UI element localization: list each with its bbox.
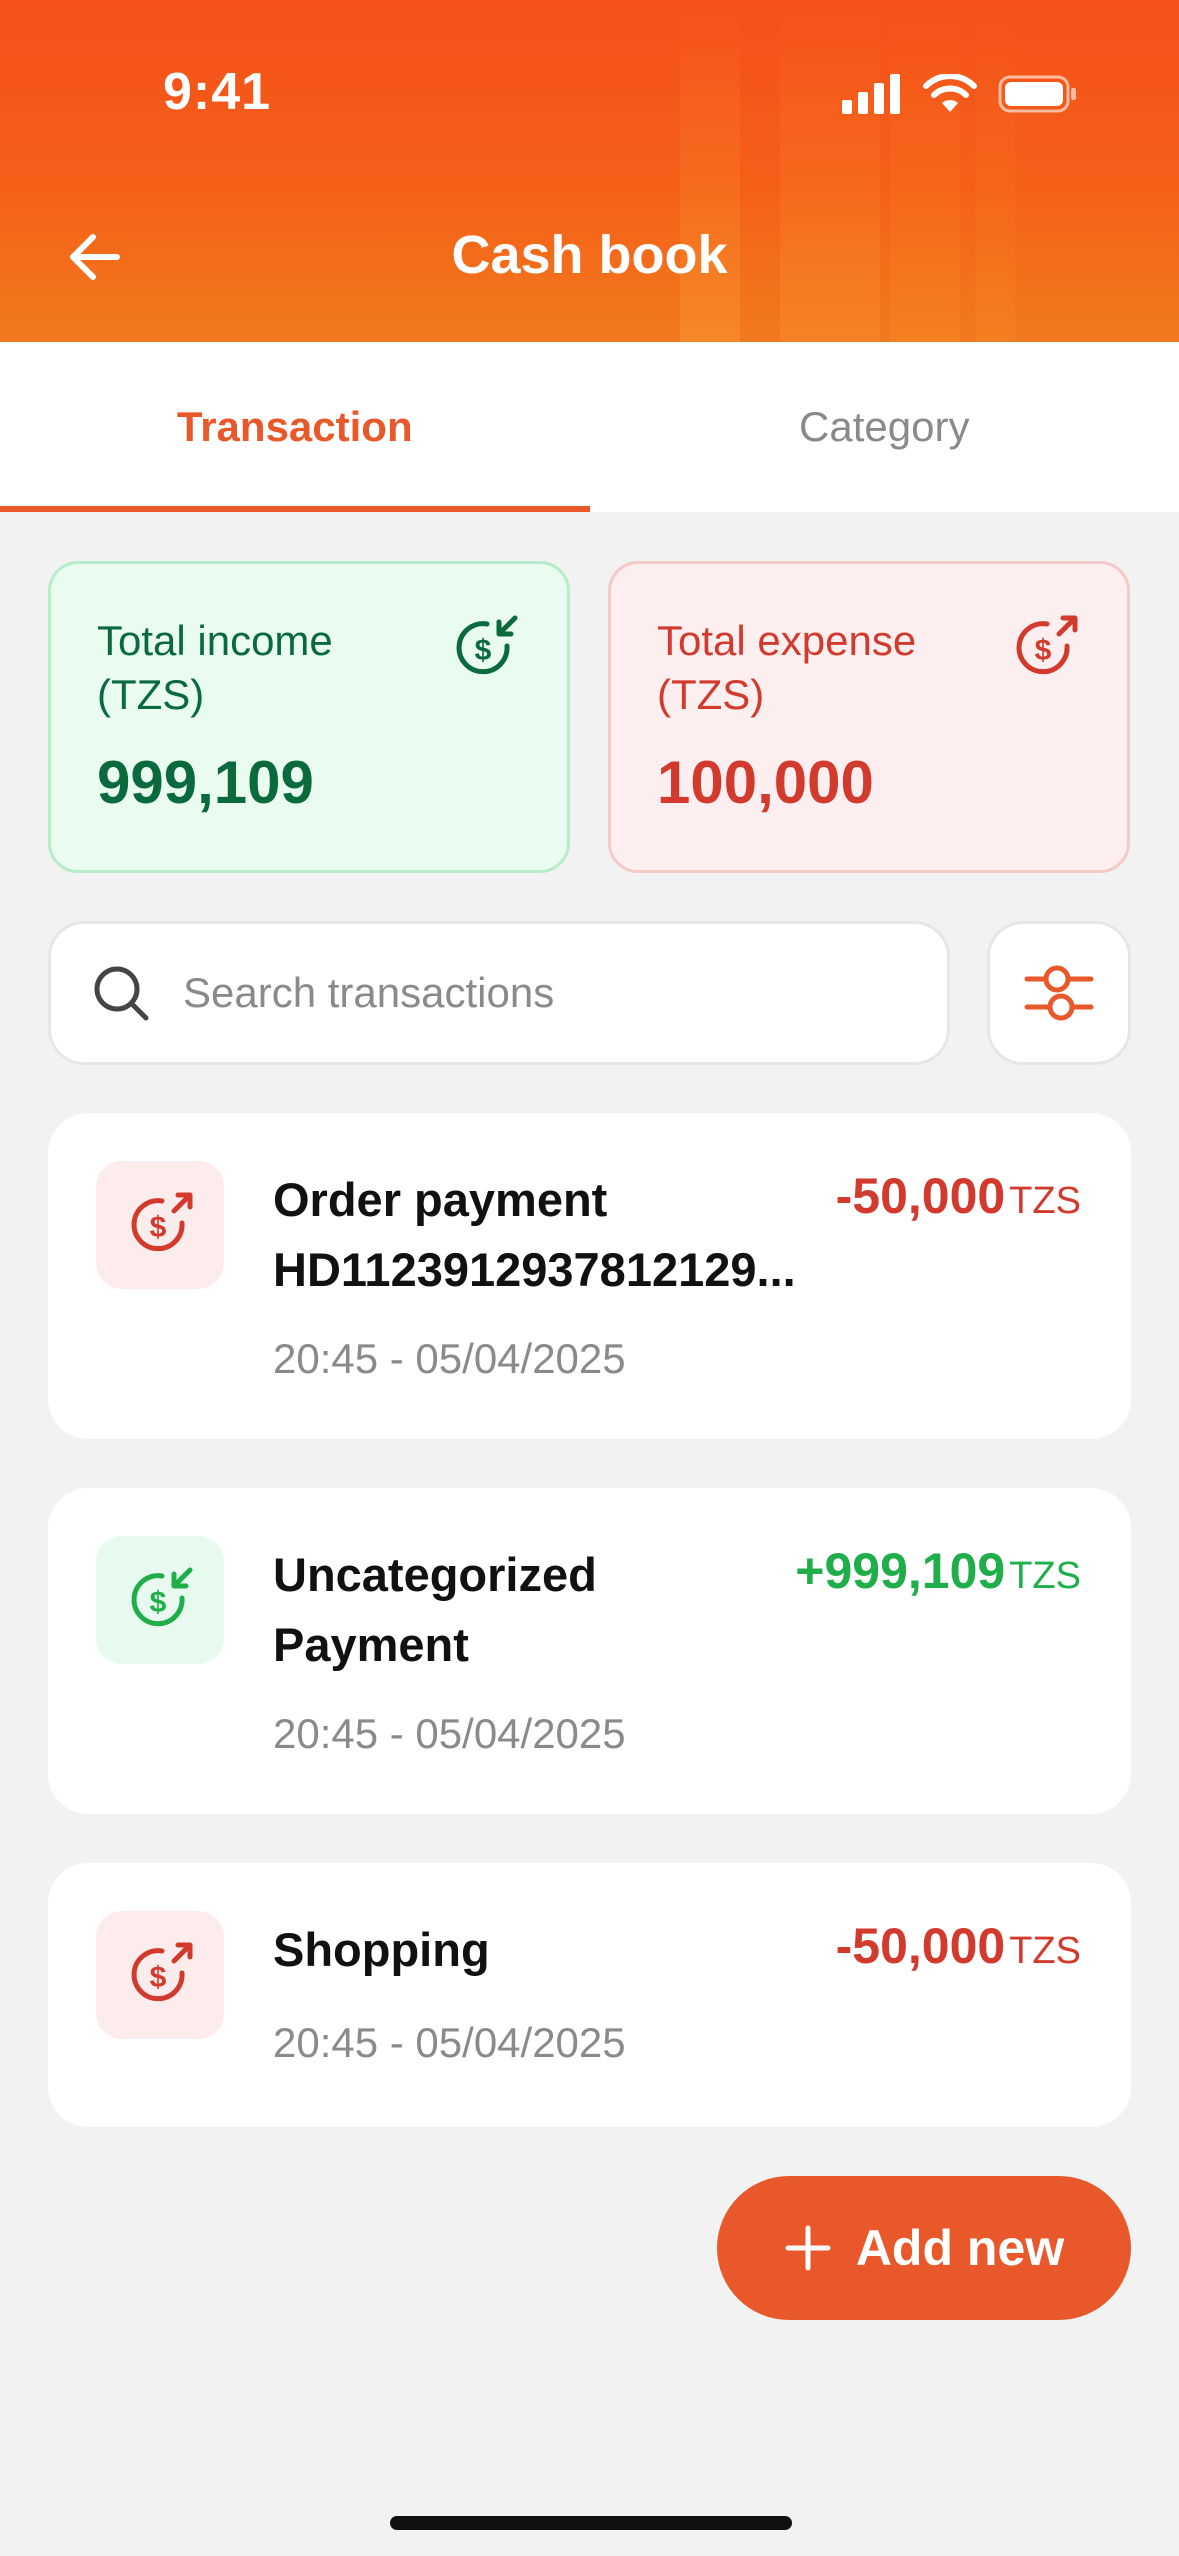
amount-currency: TZS (1009, 1555, 1081, 1597)
transaction-amount: +999,109 TZS (795, 1542, 1081, 1600)
plus-icon (785, 2225, 831, 2271)
svg-text:$: $ (150, 1961, 167, 1994)
transaction-item[interactable]: $ Shopping 20:45 - 05/04/2025 -50,000 TZ… (48, 1863, 1131, 2127)
transaction-title-line: Shopping (273, 1923, 490, 1976)
expense-label: Total expense (TZS) (657, 614, 977, 722)
dollar-out-icon: $ (1016, 615, 1078, 675)
battery-icon (998, 75, 1076, 113)
transaction-time: 20:45 - 05/04/2025 (273, 1710, 626, 1757)
income-icon-box: $ (96, 1536, 224, 1664)
transaction-title: Order payment HD1123912937812129... (273, 1165, 833, 1305)
dollar-out-icon: $ (131, 1942, 193, 2002)
transaction-time: 20:45 - 05/04/2025 (273, 1335, 626, 1382)
transaction-amount: -50,000 TZS (836, 1167, 1081, 1225)
search-input[interactable] (183, 969, 947, 1017)
dollar-in-icon: $ (131, 1567, 193, 1627)
transaction-title: Shopping (273, 1915, 833, 1985)
total-expense-card: Total expense (TZS) 100,000 $ (608, 561, 1130, 873)
expense-amount: 100,000 (657, 749, 874, 816)
transaction-title: Uncategorized Payment (273, 1540, 833, 1680)
svg-text:$: $ (150, 1586, 167, 1619)
svg-text:$: $ (475, 634, 492, 667)
amount-value: +999,109 (795, 1543, 1006, 1599)
expense-icon-box: $ (96, 1911, 224, 2039)
expense-unit: (TZS) (657, 671, 765, 718)
transaction-title-line: Payment (273, 1618, 469, 1671)
transaction-time: 20:45 - 05/04/2025 (273, 2019, 626, 2066)
page-title: Cash book (451, 225, 728, 285)
add-new-button[interactable]: Add new (717, 2176, 1131, 2320)
transaction-title-line: HD1123912937812129... (273, 1243, 796, 1296)
amount-value: -50,000 (835, 1168, 1006, 1224)
transaction-item[interactable]: $ Uncategorized Payment 20:45 - 05/04/20… (48, 1488, 1131, 1814)
dollar-in-icon: $ (456, 615, 518, 675)
home-indicator (390, 2516, 792, 2530)
amount-currency: TZS (1009, 1930, 1081, 1972)
app-header: 9:41 Cash book (0, 0, 1179, 342)
search-bar[interactable] (48, 921, 950, 1065)
dollar-out-icon: $ (131, 1192, 193, 1252)
transaction-amount: -50,000 TZS (836, 1917, 1081, 1975)
tab-bar: Transaction Category (0, 342, 1179, 512)
status-time: 9:41 (163, 63, 272, 121)
svg-text:$: $ (150, 1211, 167, 1244)
tab-category[interactable]: Category (590, 342, 1179, 512)
svg-text:$: $ (1035, 634, 1052, 667)
transaction-title-line: Uncategorized (273, 1548, 597, 1601)
amount-currency: TZS (1009, 1180, 1081, 1222)
status-icons (842, 74, 1078, 114)
income-label-text: Total income (97, 617, 333, 664)
expense-icon-box: $ (96, 1161, 224, 1289)
tab-transaction[interactable]: Transaction (0, 342, 590, 512)
add-new-label: Add new (855, 2220, 1065, 2276)
transaction-title-line: Order payment (273, 1173, 608, 1226)
amount-value: -50,000 (835, 1918, 1006, 1974)
income-unit: (TZS) (97, 671, 205, 718)
income-label: Total income (TZS) (97, 614, 417, 722)
expense-label-text: Total expense (657, 617, 917, 664)
filter-button[interactable] (987, 921, 1131, 1065)
wifi-icon (923, 74, 977, 112)
search-icon (94, 966, 149, 1021)
income-amount: 999,109 (97, 749, 314, 816)
transaction-item[interactable]: $ Order payment HD1123912937812129... 20… (48, 1113, 1131, 1439)
sliders-icon (1024, 965, 1094, 1021)
signal-icon (842, 74, 900, 114)
total-income-card: Total income (TZS) 999,109 $ (48, 561, 570, 873)
